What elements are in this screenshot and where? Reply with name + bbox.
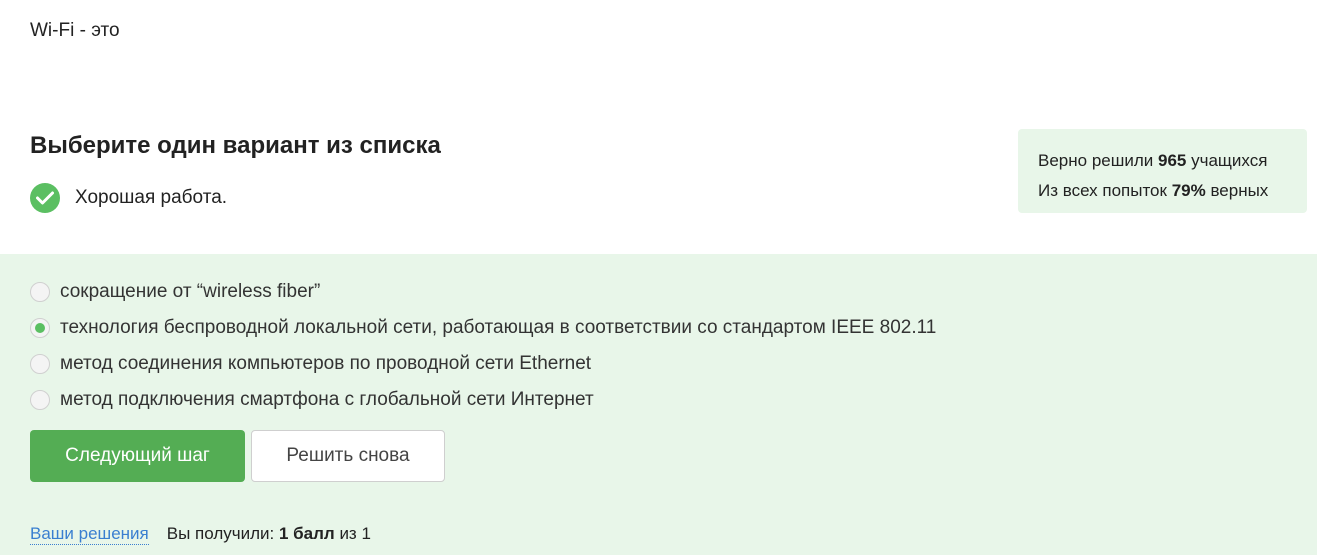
stats-percent-line: Из всех попыток 79% верных — [1038, 176, 1307, 206]
score-value: 1 балл — [278, 524, 335, 543]
option-item[interactable]: технология беспроводной локальной сети, … — [30, 310, 936, 346]
stats-solved-count: 965 — [1158, 151, 1187, 170]
feedback-message: Хорошая работа. — [30, 183, 227, 213]
option-label: метод подключения смартфона с глобальной… — [60, 389, 594, 410]
score-text: Вы получили: 1 балл из 1 — [167, 524, 371, 544]
checkmark-circle-icon — [30, 183, 60, 213]
option-item[interactable]: метод подключения смартфона с глобальной… — [30, 382, 936, 418]
your-solutions-link[interactable]: Ваши решения — [30, 524, 149, 545]
stats-percent-value: 79% — [1171, 181, 1206, 200]
stats-solved-prefix: Верно решили — [1038, 151, 1154, 170]
option-label: сокращение от “wireless fiber” — [60, 281, 321, 302]
radio-selected-dot — [35, 323, 45, 333]
stats-percent-suffix: верных — [1210, 181, 1269, 200]
retry-button[interactable]: Решить снова — [251, 430, 445, 482]
option-item[interactable]: метод соединения компьютеров по проводно… — [30, 346, 936, 382]
stats-percent-prefix: Из всех попыток — [1038, 181, 1167, 200]
next-step-button[interactable]: Следующий шаг — [30, 430, 245, 482]
option-label: технология беспроводной локальной сети, … — [60, 317, 937, 338]
stats-solved-suffix: учащихся — [1191, 151, 1268, 170]
radio-button[interactable] — [30, 354, 50, 374]
score-suffix: из 1 — [339, 524, 371, 543]
radio-button[interactable] — [30, 390, 50, 410]
feedback-text: Хорошая работа. — [75, 187, 228, 208]
footer-line: Ваши решения Вы получили: 1 балл из 1 — [30, 524, 371, 545]
quiz-page: Wi-Fi - это Выберите один вариант из спи… — [0, 0, 1317, 555]
option-label: метод соединения компьютеров по проводно… — [60, 353, 592, 374]
option-item[interactable]: сокращение от “wireless fiber” — [30, 274, 936, 310]
answer-panel: сокращение от “wireless fiber” технологи… — [0, 254, 1317, 555]
radio-button-selected[interactable] — [30, 318, 50, 338]
radio-button[interactable] — [30, 282, 50, 302]
options-list: сокращение от “wireless fiber” технологи… — [30, 274, 936, 418]
score-prefix: Вы получили: — [166, 524, 275, 543]
question-text: Wi-Fi - это — [30, 20, 120, 41]
stats-box: Верно решили 965 учащихся Из всех попыто… — [1018, 129, 1307, 213]
stats-solved-line: Верно решили 965 учащихся — [1038, 146, 1307, 176]
section-title: Выберите один вариант из списка — [30, 132, 441, 159]
